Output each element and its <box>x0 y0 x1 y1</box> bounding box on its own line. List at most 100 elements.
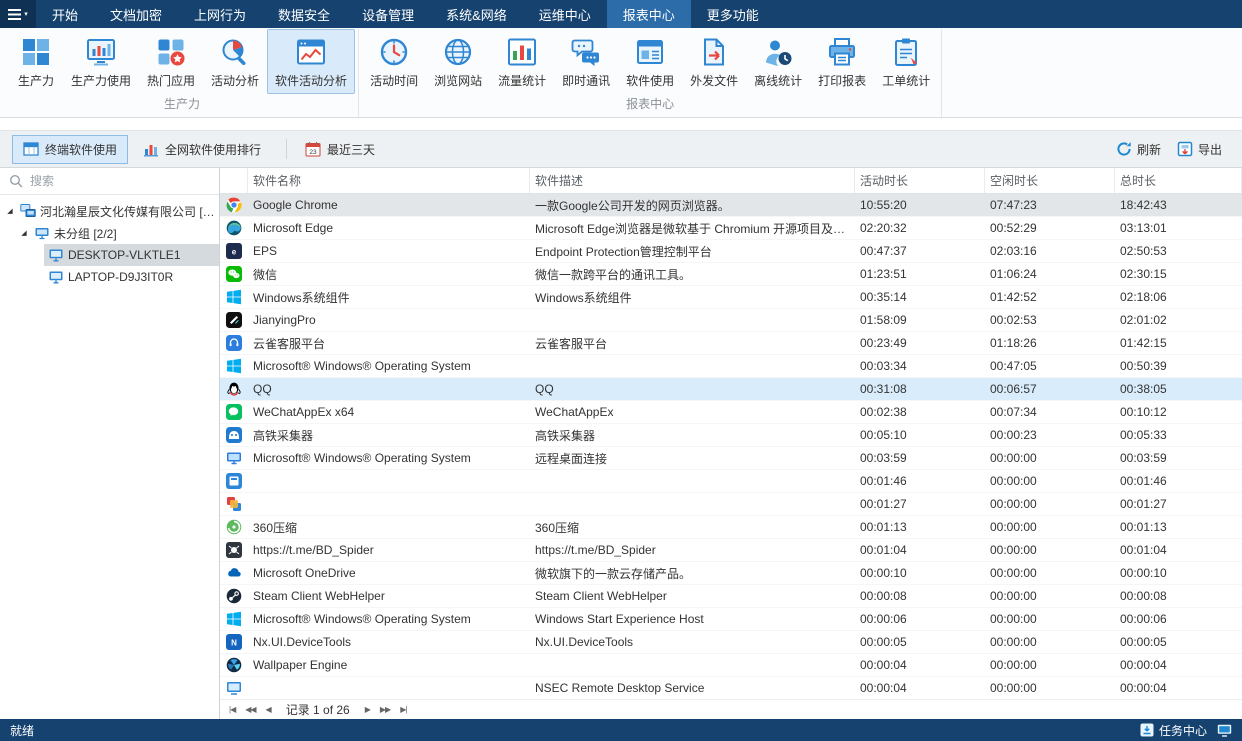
menu-item[interactable]: 报表中心 <box>607 0 691 28</box>
cell-desc: WeChatAppEx <box>530 405 855 419</box>
table-row[interactable]: Google Chrome一款Google公司开发的网页浏览器。10:55:20… <box>220 194 1242 217</box>
tree-item[interactable]: LAPTOP-D9J3IT0R <box>0 266 219 288</box>
activity-analysis-icon <box>220 37 250 67</box>
ribbon-button[interactable]: 活动时间 <box>362 29 426 94</box>
cell-idle: 00:00:00 <box>985 520 1115 534</box>
ribbon-button[interactable]: 流量统计 <box>490 29 554 94</box>
rdp-app-icon <box>220 450 248 466</box>
table-row[interactable]: Wallpaper Engine00:00:0400:00:0000:00:04 <box>220 654 1242 677</box>
menu-item[interactable]: 上网行为 <box>178 0 262 28</box>
menu-item[interactable]: 运维中心 <box>523 0 607 28</box>
table-row[interactable]: WeChatAppEx x64WeChatAppEx00:02:3800:07:… <box>220 401 1242 424</box>
table-row[interactable]: https://t.me/BD_Spiderhttps://t.me/BD_Sp… <box>220 539 1242 562</box>
cell-name: Google Chrome <box>248 198 530 212</box>
company-icon <box>20 203 36 219</box>
menu-item[interactable]: 系统&网络 <box>430 0 523 28</box>
refresh-button[interactable]: 刷新 <box>1108 137 1169 162</box>
column-header[interactable]: 总时长 <box>1115 168 1242 193</box>
cell-total: 02:18:06 <box>1115 290 1242 304</box>
table-row[interactable]: Microsoft OneDrive微软旗下的一款云存储产品。00:00:100… <box>220 562 1242 585</box>
last-record-button[interactable]: ▶| <box>395 705 411 714</box>
ribbon-button[interactable]: 生产力使用 <box>63 29 139 94</box>
table-row[interactable]: Microsoft EdgeMicrosoft Edge浏览器是微软基于 Chr… <box>220 217 1242 240</box>
table-row[interactable]: Steam Client WebHelperSteam Client WebHe… <box>220 585 1242 608</box>
ribbon-button[interactable]: 软件使用 <box>618 29 682 94</box>
menu-item[interactable]: 更多功能 <box>691 0 775 28</box>
ribbon-button[interactable]: 生产力 <box>9 29 63 94</box>
export-icon <box>1177 141 1193 157</box>
cell-name: Microsoft OneDrive <box>248 566 530 580</box>
hot-apps-icon <box>156 37 186 67</box>
app-menu-button[interactable]: ▾ <box>0 0 36 28</box>
tree-item[interactable]: ◢河北瀚星辰文化传媒有限公司 [2/2] <box>0 200 219 222</box>
ribbon-button[interactable]: 浏览网站 <box>426 29 490 94</box>
export-button[interactable]: 导出 <box>1169 137 1230 162</box>
ribbon-button[interactable]: 即时通讯 <box>554 29 618 94</box>
prev-page-button[interactable]: ◀◀ <box>240 705 260 714</box>
cell-active: 00:03:34 <box>855 359 985 373</box>
cell-active: 10:55:20 <box>855 198 985 212</box>
menu-item[interactable]: 数据安全 <box>262 0 346 28</box>
table-row[interactable]: NSEC Remote Desktop Service00:00:0400:00… <box>220 677 1242 699</box>
column-header[interactable]: 活动时长 <box>855 168 985 193</box>
table-row[interactable]: Microsoft® Windows® Operating System00:0… <box>220 355 1242 378</box>
table-row[interactable]: Microsoft® Windows® Operating SystemWind… <box>220 608 1242 631</box>
view-tab[interactable]: 全网软件使用排行 <box>132 135 272 164</box>
cell-idle: 00:00:00 <box>985 474 1115 488</box>
tree-item[interactable]: DESKTOP-VLKTLE1 <box>0 244 219 266</box>
table-row[interactable]: 00:01:4600:00:0000:01:46 <box>220 470 1242 493</box>
ribbon-button[interactable]: 活动分析 <box>203 29 267 94</box>
ribbon-button[interactable]: 热门应用 <box>139 29 203 94</box>
table-row[interactable]: QQQQ00:31:0800:06:5700:38:05 <box>220 378 1242 401</box>
cell-total: 00:01:27 <box>1115 497 1242 511</box>
cell-total: 18:42:43 <box>1115 198 1242 212</box>
ribbon-button[interactable]: 工单统计 <box>874 29 938 94</box>
table-row[interactable]: 高铁采集器高铁采集器00:05:1000:00:2300:05:33 <box>220 424 1242 447</box>
table-row[interactable]: NNx.UI.DeviceToolsNx.UI.DeviceTools00:00… <box>220 631 1242 654</box>
ticket-stats-icon <box>891 37 921 67</box>
table-row[interactable]: Windows系统组件Windows系统组件00:35:1401:42:5202… <box>220 286 1242 309</box>
table-row[interactable]: 360压缩360压缩00:01:1300:00:0000:01:13 <box>220 516 1242 539</box>
column-header[interactable]: 软件名称 <box>248 168 530 193</box>
ribbon-button-label: 热门应用 <box>147 72 195 89</box>
nx-app-icon: N <box>220 634 248 650</box>
table-body: Google Chrome一款Google公司开发的网页浏览器。10:55:20… <box>220 194 1242 699</box>
message-icon[interactable] <box>1217 724 1232 737</box>
table-row[interactable]: eEPSEndpoint Protection管理控制平台00:47:3702:… <box>220 240 1242 263</box>
view-tabs: 终端软件使用全网软件使用排行 <box>12 135 276 164</box>
task-center-button[interactable]: 任务中心 <box>1140 722 1207 739</box>
ribbon-button[interactable]: 打印报表 <box>810 29 874 94</box>
table-row[interactable]: 微信微信一款跨平台的通讯工具。01:23:5101:06:2402:30:15 <box>220 263 1242 286</box>
ribbon-button[interactable]: 外发文件 <box>682 29 746 94</box>
first-record-button[interactable]: |◀ <box>224 705 240 714</box>
menu-bar: ▾ 开始文档加密上网行为数据安全设备管理系统&网络运维中心报表中心更多功能 <box>0 0 1242 28</box>
ribbon-button[interactable]: 软件活动分析 <box>267 29 355 94</box>
menu-item[interactable]: 设备管理 <box>346 0 430 28</box>
tree-item[interactable]: ◢未分组 [2/2] <box>0 222 219 244</box>
tree-expander-icon[interactable]: ◢ <box>18 229 30 237</box>
table-row[interactable]: 00:01:2700:00:0000:01:27 <box>220 493 1242 516</box>
search-input[interactable] <box>30 174 211 188</box>
view-tab[interactable]: 终端软件使用 <box>12 135 128 164</box>
date-range-label: 最近三天 <box>327 141 375 158</box>
table-row[interactable]: 云雀客服平台云雀客服平台00:23:4901:18:2601:42:15 <box>220 332 1242 355</box>
menu-item[interactable]: 开始 <box>36 0 94 28</box>
prev-record-button[interactable]: ◀ <box>261 705 276 714</box>
column-header[interactable]: 软件描述 <box>530 168 855 193</box>
next-record-button[interactable]: ▶ <box>360 705 375 714</box>
tree-item-content: 未分组 [2/2] <box>30 222 219 244</box>
sidebar: ◢河北瀚星辰文化传媒有限公司 [2/2]◢未分组 [2/2]DESKTOP-VL… <box>0 168 220 719</box>
cell-name: Microsoft® Windows® Operating System <box>248 451 530 465</box>
table-row[interactable]: Microsoft® Windows® Operating System远程桌面… <box>220 447 1242 470</box>
ribbon-button[interactable]: 离线统计 <box>746 29 810 94</box>
next-page-button[interactable]: ▶▶ <box>375 705 395 714</box>
date-range-button[interactable]: 23 最近三天 <box>297 136 383 163</box>
column-header[interactable]: 空闲时长 <box>985 168 1115 193</box>
cell-total: 01:42:15 <box>1115 336 1242 350</box>
software-activity-icon <box>296 37 326 67</box>
tree-expander-icon[interactable]: ◢ <box>4 207 16 215</box>
table-row[interactable]: JianyingPro01:58:0900:02:5302:01:02 <box>220 309 1242 332</box>
menu-item[interactable]: 文档加密 <box>94 0 178 28</box>
cell-desc: Microsoft Edge浏览器是微软基于 Chromium 开源项目及其他开… <box>530 220 855 237</box>
onedrive-app-icon <box>220 565 248 581</box>
